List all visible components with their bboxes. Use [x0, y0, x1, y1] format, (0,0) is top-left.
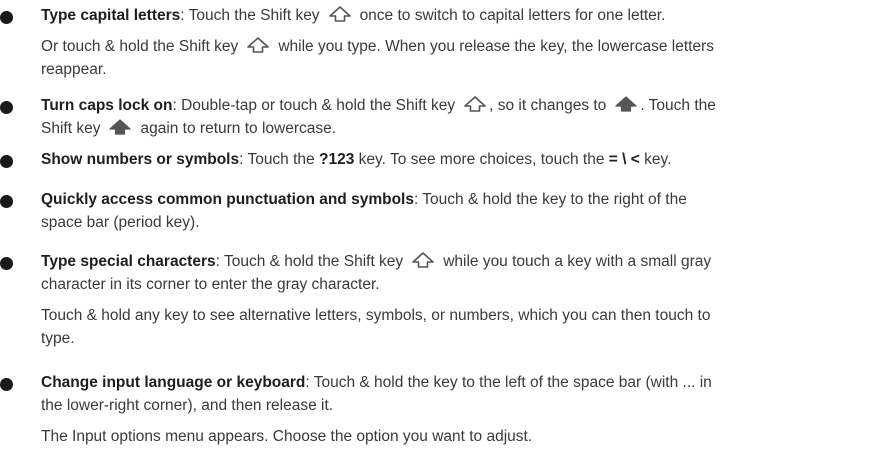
- item-text: Or touch & hold the Shift key: [41, 38, 239, 55]
- item-paragraph: Touch & hold any key to see alternative …: [41, 306, 710, 326]
- bullet: [0, 195, 13, 208]
- item-text: : Touch & hold the key to the left of th…: [305, 374, 712, 391]
- shift-outline-icon: [246, 36, 270, 54]
- bullet: [0, 11, 13, 24]
- item-text: Touch & hold any key to see alternative …: [41, 307, 711, 324]
- bullet: [0, 257, 13, 270]
- bullet: [0, 378, 13, 391]
- item-line: Shift key again to return to lowercase.: [41, 119, 336, 139]
- item-line: reappear.: [41, 60, 107, 80]
- item-text: again to return to lowercase.: [140, 120, 337, 137]
- item-text: Shift key: [41, 120, 101, 137]
- item-line: Turn caps lock on: Double-tap or touch &…: [41, 96, 716, 116]
- item-title: Show numbers or symbols: [41, 151, 240, 168]
- item-text: The Input options menu appears. Choose t…: [41, 428, 533, 445]
- shift-outline-icon: [463, 95, 487, 113]
- item-line: Type capital letters: Touch the Shift ke…: [41, 6, 665, 26]
- item-title: Change input language or keyboard: [41, 374, 306, 391]
- shift-filled-icon: [108, 118, 132, 136]
- item-text: while you touch a key with a small gray: [443, 253, 712, 270]
- item-text: : Touch the: [239, 151, 315, 168]
- item-line: space bar (period key).: [41, 213, 200, 233]
- item-line: Change input language or keyboard: Touch…: [41, 373, 712, 393]
- item-text: . Touch the: [640, 97, 716, 114]
- shift-outline-icon: [411, 251, 435, 269]
- item-text: : Touch & hold the key to the right of t…: [413, 191, 687, 208]
- item-title: Type capital letters: [41, 7, 181, 24]
- item-text: character in its corner to enter the gra…: [41, 276, 380, 293]
- item-line: character in its corner to enter the gra…: [41, 275, 380, 295]
- item-text: reappear.: [41, 61, 107, 78]
- item-text: space bar (period key).: [41, 214, 200, 231]
- item-text: the lower-right corner), and then releas…: [41, 397, 334, 414]
- item-line: Quickly access common punctuation and sy…: [41, 190, 687, 210]
- item-text: : Touch & hold the Shift key: [215, 253, 404, 270]
- item-line: Show numbers or symbols: Touch the ?123 …: [41, 150, 671, 170]
- item-line: Type special characters: Touch & hold th…: [41, 252, 711, 272]
- item-text: : Touch the Shift key: [180, 7, 320, 24]
- item-paragraph: The Input options menu appears. Choose t…: [41, 427, 532, 447]
- item-title: Turn caps lock on: [41, 97, 173, 114]
- item-text: key.: [644, 151, 672, 168]
- item-paragraph: Or touch & hold the Shift key while you t…: [41, 37, 714, 57]
- key-label-123: ?123: [318, 151, 355, 168]
- bullet: [0, 101, 13, 114]
- shift-outline-icon: [328, 5, 352, 23]
- item-text: type.: [41, 330, 75, 347]
- item-text: , so it changes to: [489, 97, 607, 114]
- item-text: once to switch to capital letters for on…: [359, 7, 666, 24]
- item-text: key. To see more choices, touch the: [358, 151, 605, 168]
- item-title: Quickly access common punctuation and sy…: [41, 191, 414, 208]
- shift-filled-icon: [614, 95, 638, 113]
- item-line: the lower-right corner), and then releas…: [41, 396, 333, 416]
- item-text: while you type. When you release the key…: [278, 38, 714, 55]
- item-text: : Double-tap or touch & hold the Shift k…: [172, 97, 456, 114]
- item-title: Type special characters: [41, 253, 216, 270]
- key-label-symbols: = \ <: [608, 151, 640, 168]
- bullet: [0, 155, 13, 168]
- item-line: type.: [41, 329, 75, 349]
